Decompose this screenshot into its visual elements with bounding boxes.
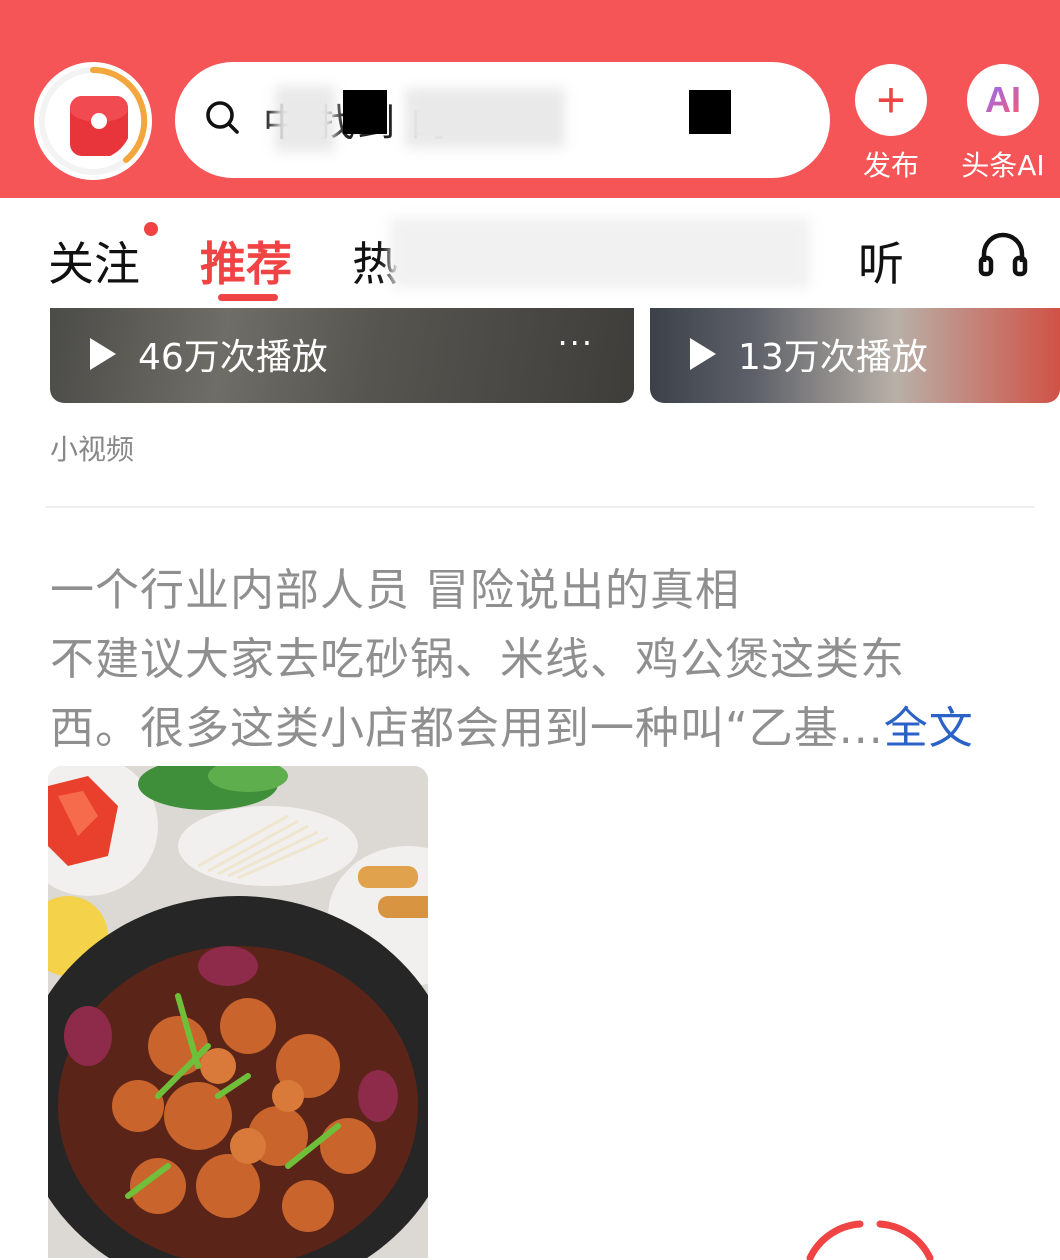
publish-button[interactable]: + 发布 [846, 64, 936, 184]
publish-label: 发布 [862, 149, 919, 182]
blur-mask [390, 218, 810, 288]
play-count: 46万次播放 [138, 337, 328, 378]
divider [46, 506, 1034, 508]
search-icon [206, 101, 239, 134]
tab-listen[interactable]: 听 [858, 228, 904, 294]
read-full-link[interactable]: 全文 [884, 703, 974, 754]
food-photo-icon [48, 766, 428, 1258]
article-thumbnail-image[interactable] [48, 766, 428, 1258]
active-tab-indicator [218, 294, 278, 301]
article-line: 不建议大家去吃砂锅、米线、鸡公煲这类东 [50, 634, 905, 685]
video-card[interactable]: 13万次播放 [650, 308, 1060, 403]
channel-tabs: 关注 推荐 热 听 [0, 198, 1060, 306]
tab-recommend[interactable]: 推荐 [200, 228, 292, 294]
toutiao-ai-label: 头条AI [961, 149, 1045, 182]
status-bar [0, 0, 1060, 10]
play-icon [90, 338, 116, 370]
plus-icon: + [876, 72, 906, 128]
notification-dot [144, 222, 158, 236]
red-envelope-icon [70, 96, 128, 156]
search-bar[interactable]: 中 找到 的 [175, 62, 830, 178]
app-logo-button[interactable] [34, 62, 152, 180]
play-icon [690, 338, 716, 370]
ai-icon: AI [985, 79, 1021, 120]
article-summary[interactable]: 一个行业内部人员 冒险说出的真相 不建议大家去吃砂锅、米线、鸡公煲这类东 西。很… [50, 556, 1030, 763]
redaction-block [689, 90, 731, 134]
tab-follow[interactable]: 关注 [48, 228, 140, 294]
play-count: 13万次播放 [738, 337, 928, 378]
refresh-icon[interactable] [800, 1220, 940, 1260]
logo-icon [54, 82, 132, 160]
top-header: 中 找到 的 + 发布 AI 头条AI [0, 0, 1060, 198]
more-icon[interactable]: ··· [557, 324, 594, 362]
blur-mask [405, 88, 565, 148]
redaction-block [343, 90, 387, 134]
toutiao-ai-button[interactable]: AI 头条AI [958, 64, 1048, 184]
article-line: 一个行业内部人员 冒险说出的真相 [50, 565, 740, 616]
article-line: 西。很多这类小店都会用到一种叫“乙基... [50, 703, 884, 754]
section-label: 小视频 [50, 433, 135, 466]
video-card[interactable]: 46万次播放 ··· [50, 308, 634, 403]
blur-mask [275, 86, 335, 152]
headphone-icon[interactable] [978, 228, 1028, 278]
